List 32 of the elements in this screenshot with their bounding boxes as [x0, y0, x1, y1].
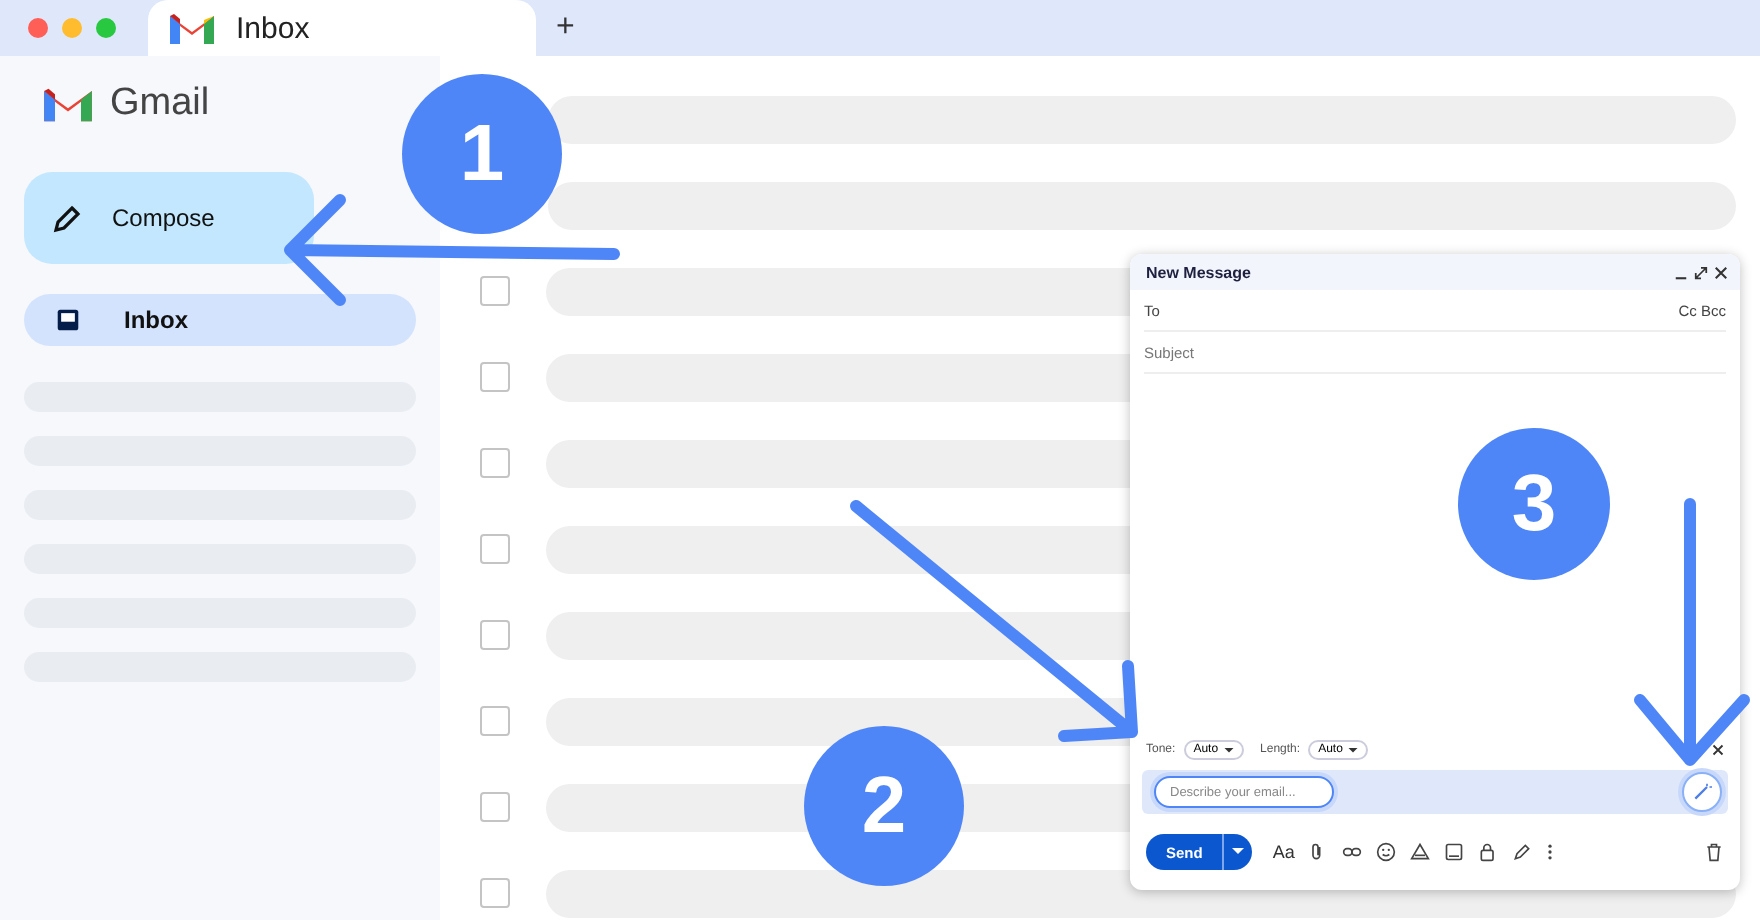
- envelope-logo-icon: [42, 84, 94, 124]
- emoji-icon[interactable]: [1376, 842, 1397, 862]
- lock-icon[interactable]: [1478, 842, 1499, 862]
- window-title: New Message: [1146, 263, 1251, 281]
- photo-icon[interactable]: [1444, 842, 1465, 862]
- checkbox[interactable]: [480, 448, 510, 478]
- triangle-icon[interactable]: [1410, 842, 1431, 862]
- pencil-icon: [52, 202, 84, 234]
- checkbox[interactable]: [480, 706, 510, 736]
- close-icon[interactable]: [1712, 744, 1724, 756]
- wand-button[interactable]: [1682, 772, 1722, 812]
- inbox-nav-item[interactable]: Inbox: [24, 294, 416, 346]
- logo-text: Gmail: [110, 82, 210, 126]
- browser-tab[interactable]: Inbox: [148, 0, 536, 56]
- pen-icon[interactable]: [1512, 842, 1533, 862]
- new-tab-button[interactable]: +: [556, 10, 575, 46]
- checkbox[interactable]: [480, 362, 510, 392]
- trash-icon[interactable]: [1704, 842, 1724, 862]
- checkbox[interactable]: [480, 534, 510, 564]
- checkbox[interactable]: [480, 276, 510, 306]
- checkbox[interactable]: [480, 878, 510, 908]
- checkbox[interactable]: [480, 620, 510, 650]
- wand-icon: [1692, 782, 1712, 802]
- more-options-icon[interactable]: [1546, 842, 1555, 862]
- expand-icon[interactable]: [1694, 265, 1708, 279]
- compose-button[interactable]: Compose: [24, 172, 314, 264]
- checkbox[interactable]: [480, 792, 510, 822]
- formatting-button[interactable]: Aa: [1272, 842, 1295, 862]
- link-icon[interactable]: [1342, 842, 1363, 862]
- close-icon[interactable]: [1714, 265, 1728, 279]
- inbox-icon: [56, 308, 80, 332]
- envelope-logo-icon: [168, 10, 216, 46]
